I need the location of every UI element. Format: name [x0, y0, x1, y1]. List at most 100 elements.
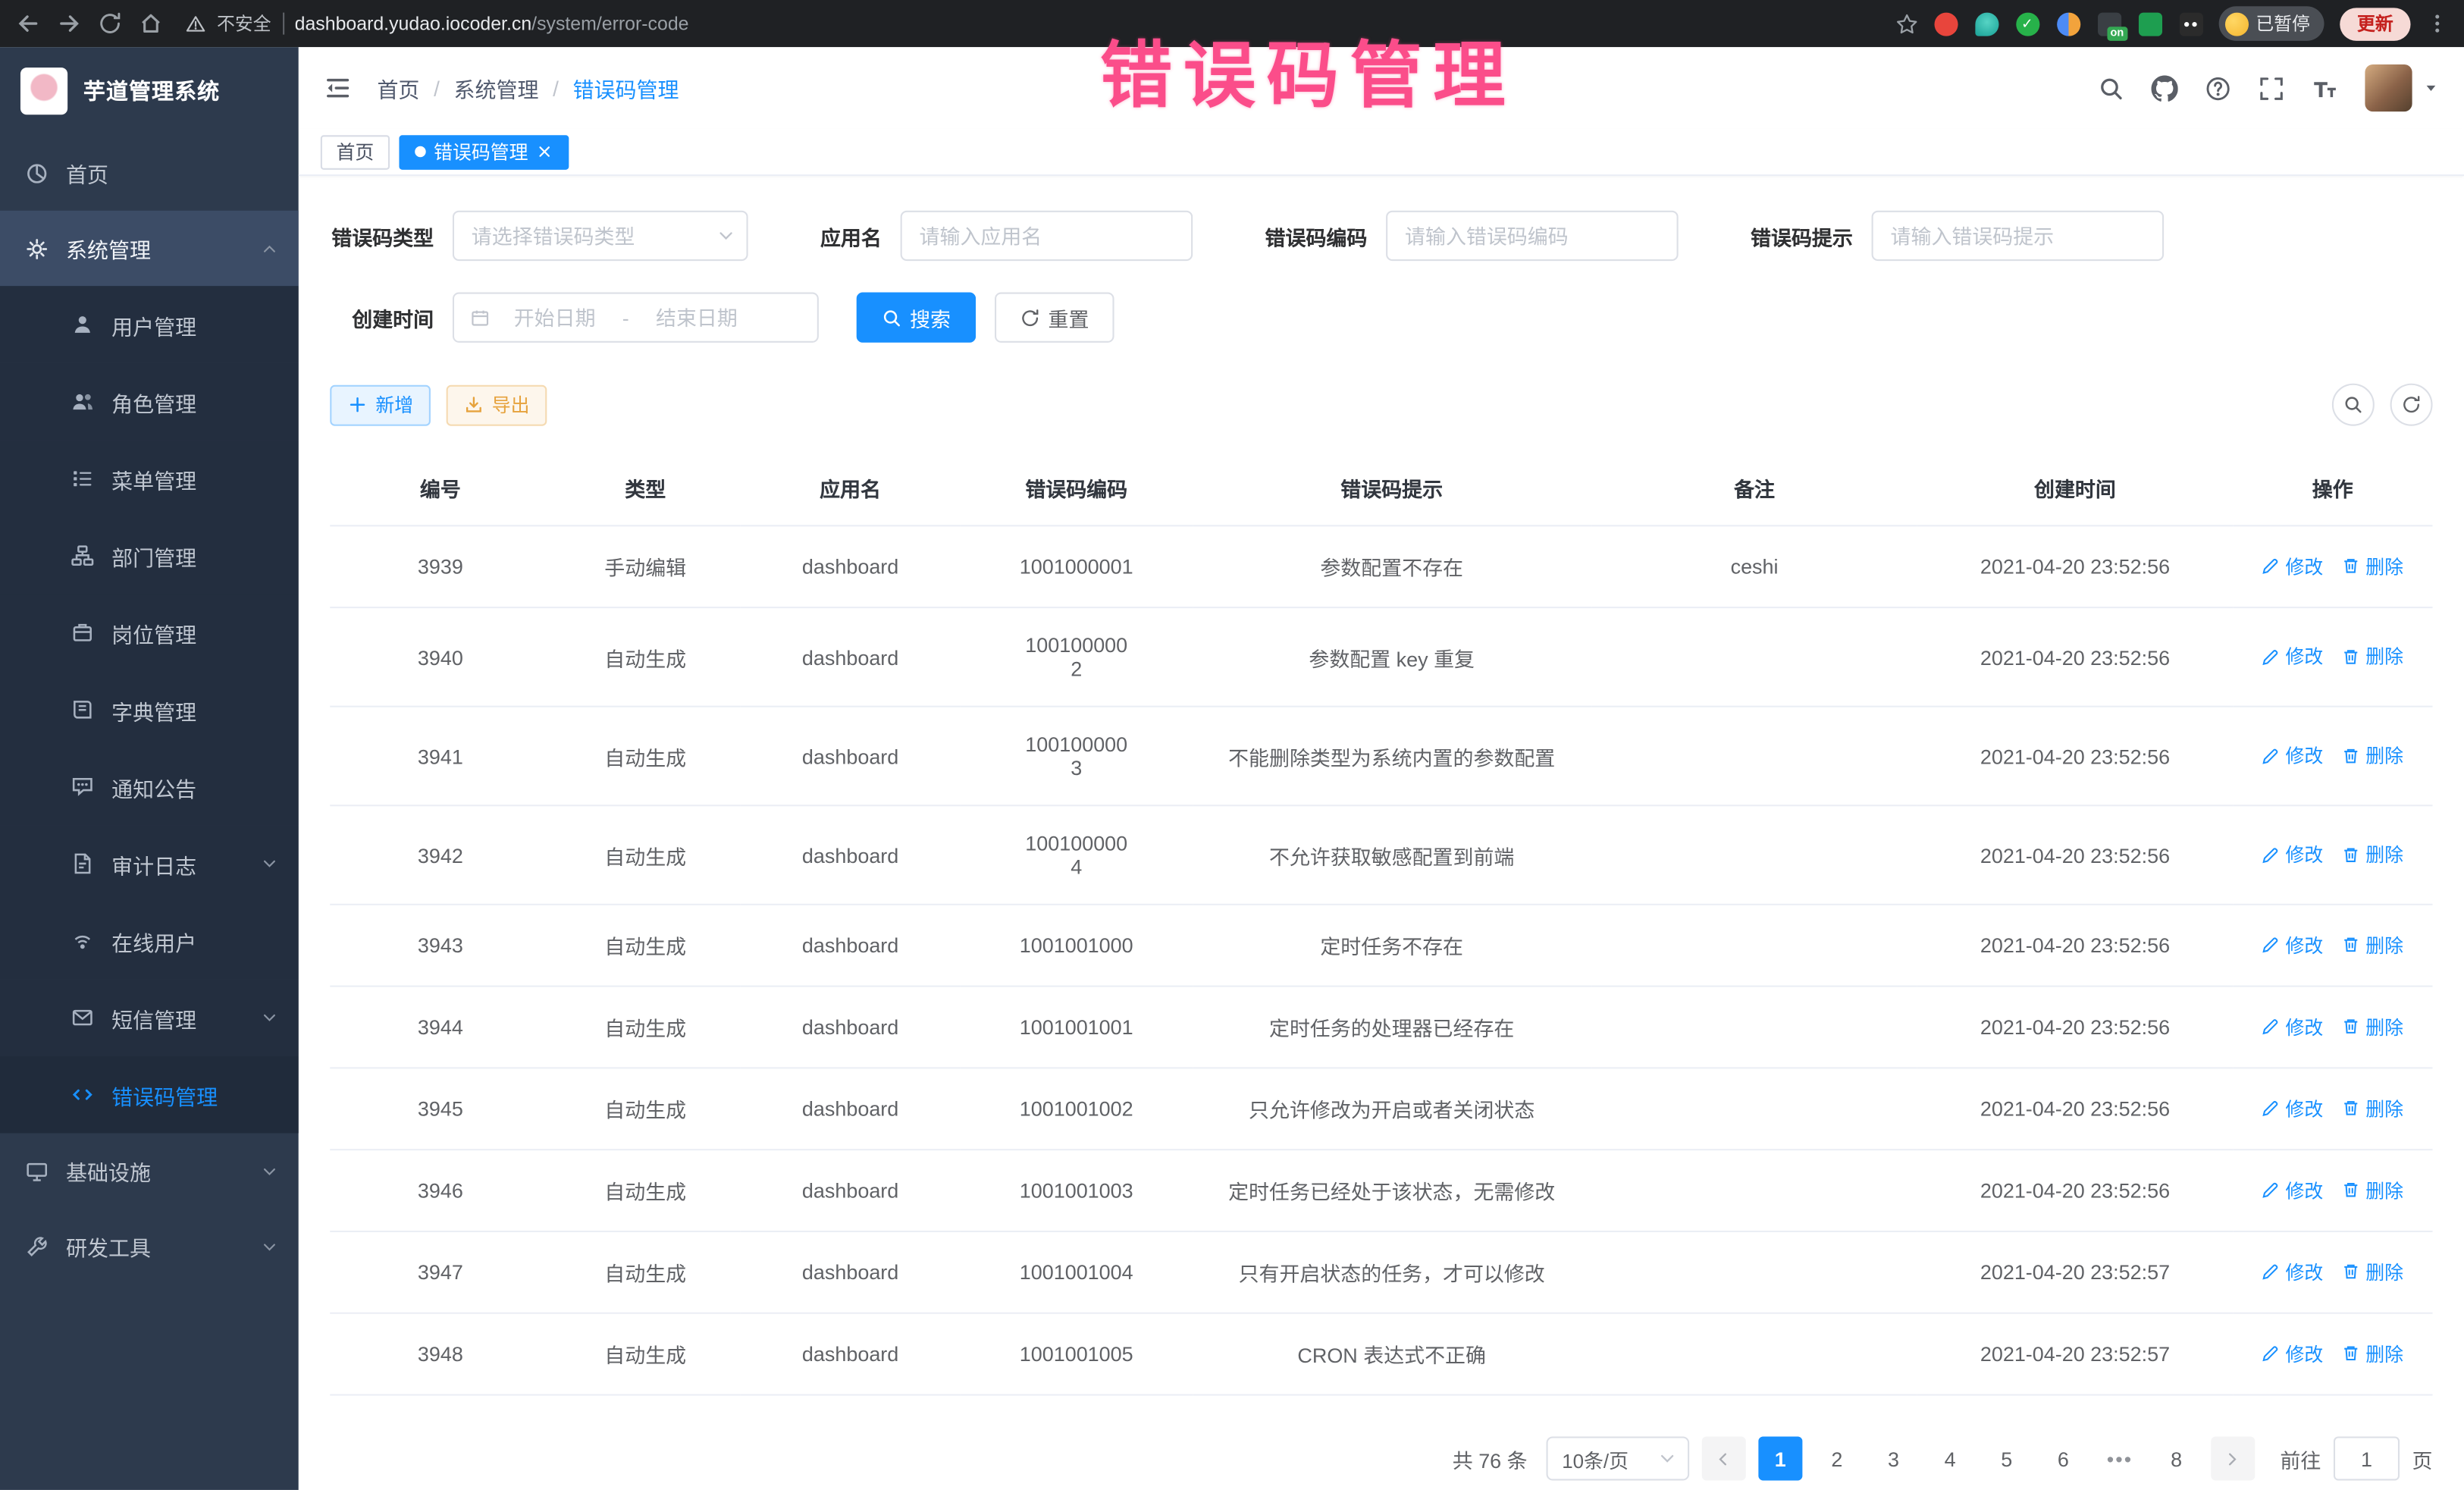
delete-link[interactable]: 删除: [2342, 1259, 2403, 1285]
delete-link[interactable]: 删除: [2342, 553, 2403, 579]
sidebar-item-online-user[interactable]: 在线用户: [0, 902, 299, 980]
cell-actions: 修改删除: [2233, 987, 2433, 1068]
bookmark-star-icon[interactable]: [1895, 12, 1918, 36]
profile-emoji-icon: [2224, 12, 2248, 36]
app-logo[interactable]: 芋道管理系统: [0, 47, 299, 135]
edit-link[interactable]: 修改: [2262, 643, 2323, 670]
toggle-search-button[interactable]: [2332, 384, 2375, 426]
sidebar-item-menu[interactable]: 菜单管理: [0, 440, 299, 517]
github-icon[interactable]: [2152, 74, 2178, 101]
paused-label: 已暂停: [2256, 11, 2310, 36]
org-icon: [71, 544, 94, 567]
delete-link[interactable]: 删除: [2342, 1177, 2403, 1203]
start-date-input[interactable]: [498, 306, 611, 329]
page-button-1[interactable]: 1: [1758, 1436, 1802, 1480]
edit-link[interactable]: 修改: [2262, 932, 2323, 958]
delete-link[interactable]: 删除: [2342, 1340, 2403, 1366]
delete-link[interactable]: 删除: [2342, 841, 2403, 867]
prev-page-button[interactable]: [1702, 1436, 1746, 1480]
extension-teal-icon[interactable]: [1974, 12, 1998, 36]
sidebar-item-sms[interactable]: 短信管理: [0, 979, 299, 1056]
help-icon[interactable]: [2205, 74, 2231, 101]
delete-link[interactable]: 删除: [2342, 932, 2403, 958]
page-button-8[interactable]: 8: [2155, 1436, 2199, 1480]
search-button[interactable]: 搜索: [857, 293, 977, 343]
address-bar[interactable]: 不安全 dashboard.yudao.iocoder.cn/system/er…: [186, 11, 1879, 36]
edit-link[interactable]: 修改: [2262, 742, 2323, 769]
avatar-caret-icon[interactable]: [2423, 80, 2439, 96]
sidebar-item-post[interactable]: 岗位管理: [0, 594, 299, 671]
sidebar-item-system[interactable]: 系统管理: [0, 211, 299, 286]
sidebar-item-home[interactable]: 首页: [0, 135, 299, 210]
edit-link[interactable]: 修改: [2262, 553, 2323, 579]
sidebar-item-infra[interactable]: 基础设施: [0, 1133, 299, 1208]
sidebar-item-error-code[interactable]: 错误码管理: [0, 1056, 299, 1134]
page-size-select[interactable]: [1546, 1436, 1689, 1480]
extension-green-icon[interactable]: [2015, 12, 2039, 36]
sidebar-item-user[interactable]: 用户管理: [0, 286, 299, 363]
browser-profile-chip[interactable]: 已暂停: [2218, 6, 2324, 41]
gear-icon: [25, 237, 49, 260]
delete-link[interactable]: 删除: [2342, 742, 2403, 769]
end-date-input[interactable]: [640, 306, 753, 329]
tag-view-error-code[interactable]: 错误码管理: [399, 134, 569, 169]
edit-link[interactable]: 修改: [2262, 1340, 2323, 1366]
breadcrumb-separator: /: [434, 77, 440, 100]
export-button[interactable]: 导出: [447, 384, 547, 425]
error-type-select-input[interactable]: [453, 211, 748, 261]
page-button-2[interactable]: 2: [1815, 1436, 1859, 1480]
app-name-input[interactable]: [901, 211, 1193, 261]
pager-ellipsis: •••: [2098, 1436, 2142, 1480]
sidebar-item-devtool[interactable]: 研发工具: [0, 1209, 299, 1284]
breadcrumb-section[interactable]: 系统管理: [454, 72, 539, 103]
sidebar-item-audit-log[interactable]: 审计日志: [0, 825, 299, 902]
next-page-button[interactable]: [2211, 1436, 2255, 1480]
delete-link[interactable]: 删除: [2342, 1095, 2403, 1121]
page-button-6[interactable]: 6: [2041, 1436, 2085, 1480]
error-msg-input[interactable]: [1872, 211, 2165, 261]
page-button-5[interactable]: 5: [1985, 1436, 2029, 1480]
page-size-value[interactable]: [1546, 1436, 1689, 1480]
browser-update-button[interactable]: 更新: [2340, 7, 2410, 40]
goto-page-input[interactable]: [2334, 1436, 2400, 1480]
extension-monkey-icon[interactable]: [2179, 12, 2202, 36]
fullscreen-icon[interactable]: [2258, 74, 2284, 101]
delete-link[interactable]: 删除: [2342, 643, 2403, 670]
breadcrumb-home[interactable]: 首页: [377, 72, 419, 103]
error-type-select[interactable]: [453, 211, 748, 261]
create-time-range-picker[interactable]: -: [453, 293, 819, 343]
page-button-3[interactable]: 3: [1872, 1436, 1916, 1480]
edit-link[interactable]: 修改: [2262, 841, 2323, 867]
error-code-input[interactable]: [1386, 211, 1679, 261]
edit-link[interactable]: 修改: [2262, 1177, 2323, 1203]
tag-close-icon[interactable]: [536, 143, 553, 161]
edit-link[interactable]: 修改: [2262, 1259, 2323, 1285]
extension-red-icon[interactable]: [1933, 12, 1957, 36]
sidebar-item-role[interactable]: 角色管理: [0, 363, 299, 441]
add-button[interactable]: 新增: [330, 384, 431, 425]
cell-time: 2021-04-20 23:52:56: [1917, 607, 2233, 707]
browser-home-icon[interactable]: [138, 11, 163, 36]
sidebar-fold-icon[interactable]: [324, 74, 352, 102]
browser-menu-icon[interactable]: [2426, 13, 2448, 35]
browser-forward-icon[interactable]: [57, 11, 82, 36]
sidebar-item-dict[interactable]: 字典管理: [0, 671, 299, 748]
browser-reload-icon[interactable]: [98, 11, 123, 36]
page-button-4[interactable]: 4: [1928, 1436, 1972, 1480]
edit-link[interactable]: 修改: [2262, 1013, 2323, 1040]
extension-switch-icon[interactable]: on: [2097, 12, 2121, 36]
browser-back-icon[interactable]: [16, 11, 41, 36]
delete-link[interactable]: 删除: [2342, 1013, 2403, 1040]
extension-people-icon[interactable]: [2056, 12, 2080, 36]
sidebar-item-dept[interactable]: 部门管理: [0, 517, 299, 594]
tag-view-home[interactable]: 首页: [321, 134, 390, 169]
refresh-table-button[interactable]: [2390, 384, 2433, 426]
extension-leaf-icon[interactable]: [2138, 12, 2161, 36]
reset-button[interactable]: 重置: [995, 293, 1114, 343]
header-search-icon[interactable]: [2098, 74, 2124, 101]
user-avatar[interactable]: [2365, 64, 2412, 111]
font-size-icon[interactable]: [2312, 74, 2338, 101]
sidebar-item-notice[interactable]: 通知公告: [0, 748, 299, 826]
cell-msg: 参数配置不存在: [1192, 525, 1591, 607]
edit-link[interactable]: 修改: [2262, 1095, 2323, 1121]
